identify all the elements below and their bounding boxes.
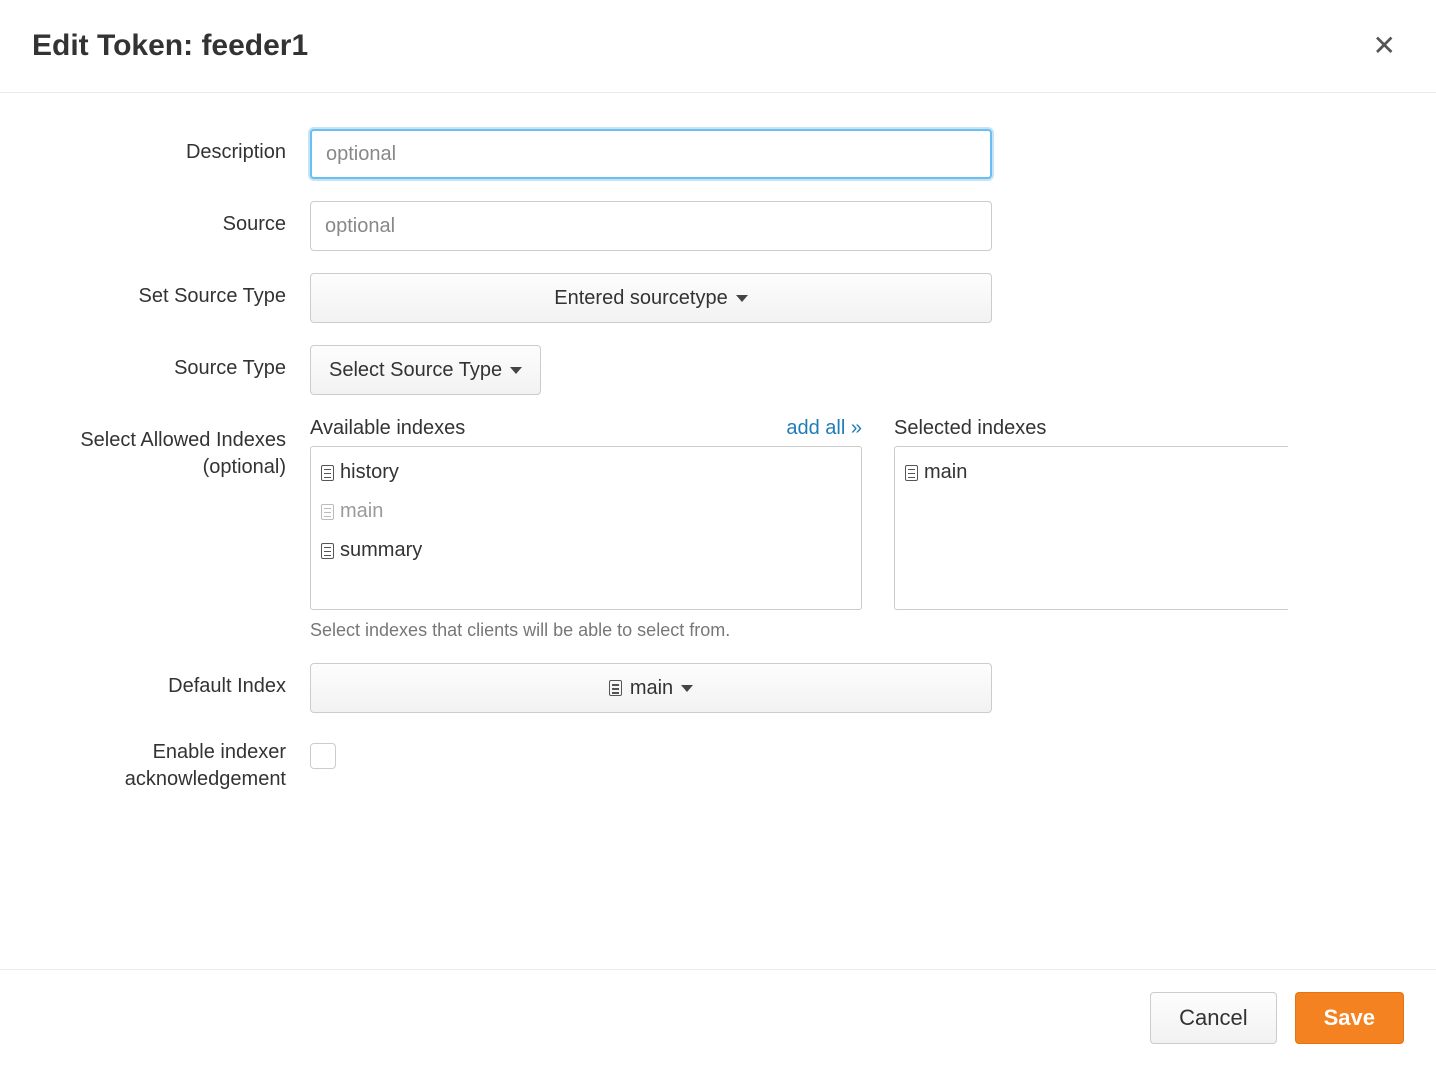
row-default-index: Default Index main — [0, 663, 1436, 713]
enable-ack-checkbox[interactable] — [310, 743, 336, 769]
source-type-dropdown[interactable]: Select Source Type — [310, 345, 541, 395]
label-default-index: Default Index — [0, 663, 310, 700]
list-item-label: main — [924, 457, 967, 488]
selected-indexes-title: Selected indexes — [894, 417, 1046, 440]
default-index-value: main — [630, 677, 673, 700]
default-index-dropdown[interactable]: main — [310, 663, 992, 713]
source-type-value: Select Source Type — [329, 359, 502, 382]
add-all-link[interactable]: add all » — [786, 417, 862, 440]
modal-footer: Cancel Save — [0, 969, 1436, 1066]
label-description: Description — [0, 129, 310, 166]
indexes-helper-text: Select indexes that clients will be able… — [310, 620, 862, 641]
modal-title: Edit Token: feeder1 — [32, 29, 308, 63]
edit-token-modal: Edit Token: feeder1 ✕ Description Source… — [0, 0, 1436, 1066]
list-item[interactable]: main — [895, 453, 1288, 492]
row-source: Source — [0, 201, 1436, 251]
modal-body: Description Source Set Source Type Enter… — [0, 93, 1436, 969]
row-enable-ack: Enable indexer acknowledgement — [0, 735, 1436, 793]
modal-header: Edit Token: feeder1 ✕ — [0, 0, 1436, 93]
label-allowed-indexes: Select Allowed Indexes (optional) — [0, 417, 310, 481]
database-icon — [905, 465, 918, 481]
set-source-type-dropdown[interactable]: Entered sourcetype — [310, 273, 992, 323]
dual-listbox: Available indexes add all » history main s… — [310, 417, 1270, 641]
row-description: Description — [0, 129, 1436, 179]
source-input[interactable] — [310, 201, 992, 251]
description-input[interactable] — [310, 129, 992, 179]
label-source: Source — [0, 201, 310, 238]
row-source-type: Source Type Select Source Type — [0, 345, 1436, 395]
close-button[interactable]: ✕ — [1365, 28, 1404, 64]
selected-indexes-column: Selected indexes main — [894, 417, 1288, 641]
close-icon: ✕ — [1373, 30, 1396, 61]
caret-down-icon — [681, 685, 693, 692]
label-enable-ack: Enable indexer acknowledgement — [0, 735, 310, 793]
list-item[interactable]: history — [311, 453, 861, 492]
selected-indexes-listbox[interactable]: main — [894, 446, 1288, 610]
label-set-source-type: Set Source Type — [0, 273, 310, 310]
set-source-type-value: Entered sourcetype — [554, 287, 727, 310]
cancel-button[interactable]: Cancel — [1150, 992, 1276, 1044]
row-set-source-type: Set Source Type Entered sourcetype — [0, 273, 1436, 323]
row-allowed-indexes: Select Allowed Indexes (optional) Availa… — [0, 417, 1436, 641]
database-icon — [609, 680, 622, 696]
available-indexes-title: Available indexes — [310, 417, 465, 440]
database-icon — [321, 465, 334, 481]
available-indexes-listbox[interactable]: history main summary — [310, 446, 862, 610]
database-icon — [321, 543, 334, 559]
list-item-label: summary — [340, 535, 422, 566]
list-item[interactable]: summary — [311, 531, 861, 570]
list-item-label: main — [340, 496, 383, 527]
label-source-type: Source Type — [0, 345, 310, 382]
list-item[interactable]: main — [311, 492, 861, 531]
save-button[interactable]: Save — [1295, 992, 1404, 1044]
database-icon — [321, 504, 334, 520]
caret-down-icon — [510, 367, 522, 374]
list-item-label: history — [340, 457, 399, 488]
caret-down-icon — [736, 295, 748, 302]
available-indexes-column: Available indexes add all » history main s… — [310, 417, 862, 641]
